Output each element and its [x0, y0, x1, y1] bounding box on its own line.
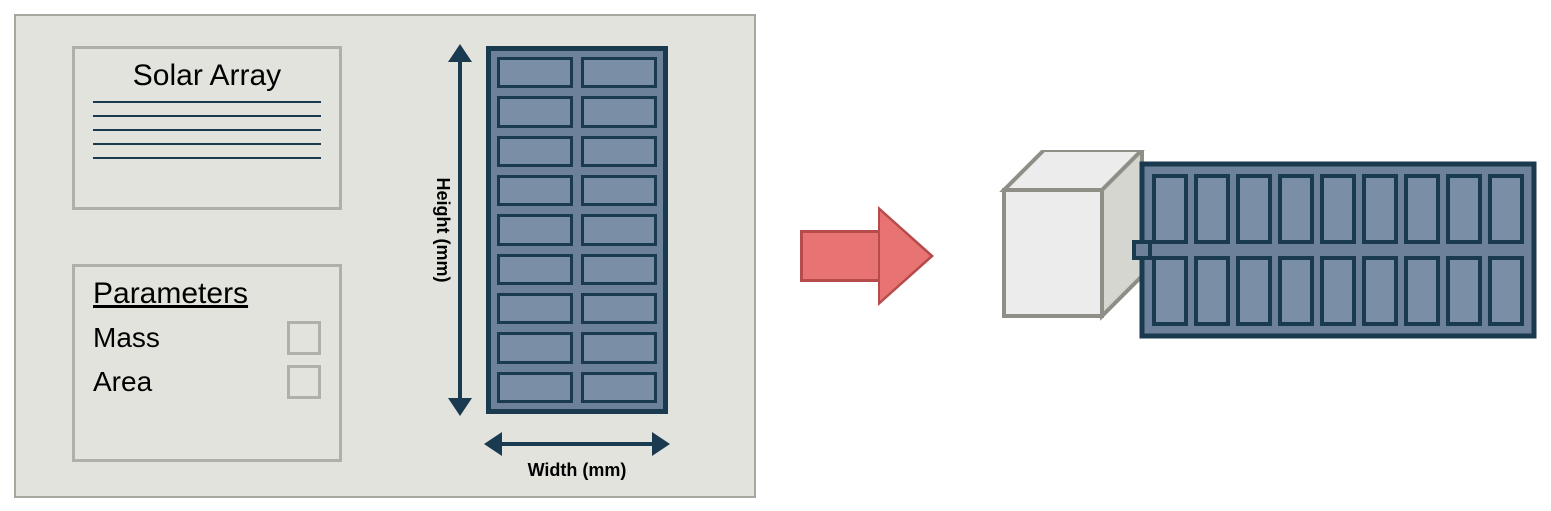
dimension-width-label: Width (mm) — [486, 460, 668, 481]
parameters-title: Parameters — [93, 277, 321, 311]
parameters-card: Parameters Mass Area — [72, 264, 342, 462]
parameter-label-area: Area — [93, 366, 152, 398]
solar-panel-front-view — [486, 46, 668, 414]
text-lines-placeholder — [75, 101, 339, 171]
satellite-solar-panel — [1134, 164, 1534, 336]
parameter-row-mass: Mass — [93, 321, 321, 355]
transform-arrow-icon — [800, 206, 940, 306]
satellite-deployed-view — [984, 150, 1540, 360]
config-panel: Solar Array Parameters Mass Area Height … — [14, 14, 756, 498]
dimension-width-arrow: Width (mm) — [486, 432, 668, 456]
parameter-row-area: Area — [93, 365, 321, 399]
solar-array-title: Solar Array — [75, 59, 339, 93]
satellite-cube — [1004, 150, 1142, 316]
parameter-input-mass[interactable] — [287, 321, 321, 355]
dimension-height-arrow: Height (mm) — [448, 46, 472, 414]
diagram-stage: Solar Array Parameters Mass Area Height … — [0, 0, 1551, 511]
solar-array-card: Solar Array — [72, 46, 342, 210]
parameter-input-area[interactable] — [287, 365, 321, 399]
dimension-height-label: Height (mm) — [432, 178, 453, 283]
parameter-label-mass: Mass — [93, 322, 160, 354]
